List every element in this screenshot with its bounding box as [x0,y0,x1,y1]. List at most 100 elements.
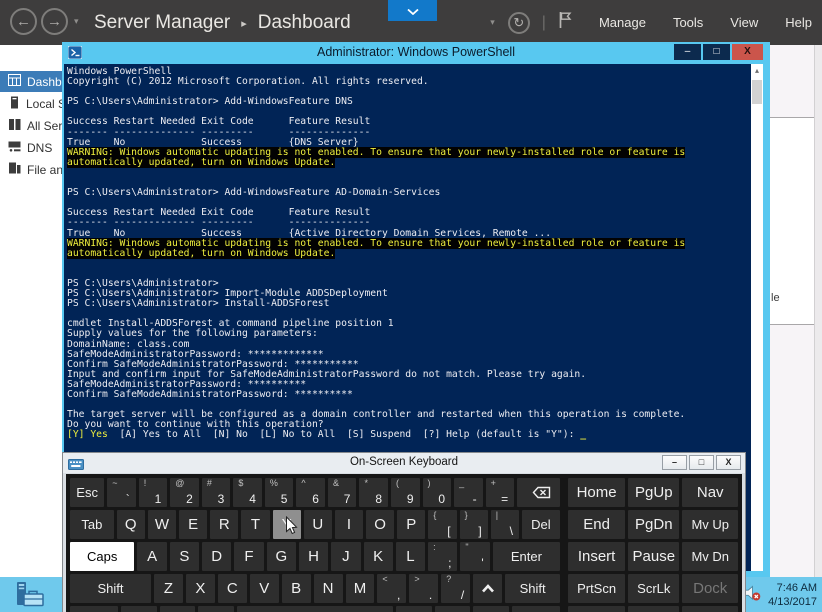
key-home[interactable]: Home [568,478,625,507]
key-k[interactable]: K [364,542,393,571]
menu-manage[interactable]: Manage [599,15,646,30]
key-e[interactable]: E [179,510,207,539]
key-i[interactable]: I [335,510,363,539]
keyboard-maximize-button[interactable]: □ [689,455,714,470]
manage-dropdown-caret-icon[interactable]: ▾ [490,17,495,28]
key-scrlk[interactable]: ScrLk [628,574,679,603]
scrollbar-thumb[interactable] [752,80,762,104]
key-7[interactable]: &7 [328,478,357,507]
forward-button[interactable]: → [41,8,68,35]
key-z[interactable]: Z [154,574,183,603]
key-insert[interactable]: Insert [568,542,625,571]
notifications-chevron-button[interactable] [388,0,437,21]
menu-tools[interactable]: Tools [673,15,703,30]
page-scrollbar[interactable] [814,45,822,577]
key-caps[interactable]: Caps [70,542,134,571]
sidebar-item-file-storage[interactable]: File an [0,159,70,180]
key-0[interactable]: )0 [423,478,452,507]
key-1[interactable]: !1 [139,478,168,507]
key-bottom-row[interactable] [237,606,392,612]
key-b[interactable]: B [282,574,311,603]
powershell-close-button[interactable]: X [732,44,763,60]
key-dock[interactable]: Dock [682,574,738,603]
key-m[interactable]: M [346,574,375,603]
server-manager-taskbar-icon[interactable] [14,581,46,612]
back-button[interactable]: ← [10,8,37,35]
key--[interactable]: "' [460,542,489,571]
notifications-flag-icon[interactable] [558,11,572,34]
sidebar-item-all-servers[interactable]: All Ser [0,115,70,136]
key-shift[interactable]: Shift [70,574,151,603]
key--[interactable]: ?/ [441,574,470,603]
key--[interactable]: _- [454,478,483,507]
key-bottom-row[interactable] [396,606,432,612]
key-h[interactable]: H [299,542,328,571]
key-5[interactable]: %5 [265,478,294,507]
key-g[interactable]: G [267,542,296,571]
key--[interactable]: <, [377,574,406,603]
key-u[interactable]: U [304,510,332,539]
key--[interactable]: |\ [491,510,519,539]
key-up-arrow[interactable] [473,574,502,603]
key-t[interactable]: T [241,510,269,539]
sidebar-item-local-server[interactable]: Local S [0,93,70,114]
sidebar-item-dns[interactable]: DNS [0,137,70,158]
taskbar-clock[interactable]: 7:46 AM 4/13/2017 [768,581,817,609]
key-v[interactable]: V [250,574,279,603]
key-y[interactable]: Y [273,510,301,539]
key-nav[interactable]: Nav [682,478,738,507]
key-o[interactable]: O [366,510,394,539]
scroll-up-icon[interactable]: ▴ [751,64,763,78]
key-esc[interactable]: Esc [70,478,104,507]
key-8[interactable]: *8 [359,478,388,507]
refresh-icon[interactable]: ↻ [508,12,530,34]
menu-view[interactable]: View [730,15,758,30]
powershell-scrollbar[interactable]: ▴ [751,64,763,571]
key-del[interactable]: Del [522,510,560,539]
volume-muted-icon[interactable] [744,585,761,606]
key-x[interactable]: X [186,574,215,603]
nav-dropdown-caret-icon[interactable]: ▾ [74,16,79,27]
key-bottom-row[interactable] [628,606,679,612]
key-bottom-row[interactable] [473,606,509,612]
key-bottom-row[interactable] [568,606,625,612]
key-bottom-row[interactable] [512,606,560,612]
key--[interactable]: }] [460,510,488,539]
powershell-titlebar[interactable]: Administrator: Windows PowerShell – □ X [62,42,770,64]
key-prtscn[interactable]: PrtScn [568,574,625,603]
key-backspace[interactable] [517,478,560,507]
key-pgup[interactable]: PgUp [628,478,679,507]
key-c[interactable]: C [218,574,247,603]
key-mv-up[interactable]: Mv Up [682,510,738,539]
key-p[interactable]: P [397,510,425,539]
key-enter[interactable]: Enter [493,542,560,571]
key-bottom-row[interactable] [198,606,234,612]
key-d[interactable]: D [202,542,231,571]
key-q[interactable]: Q [117,510,145,539]
key-tab[interactable]: Tab [70,510,114,539]
key-4[interactable]: $4 [233,478,262,507]
sidebar-item-dashboard[interactable]: Dashb [0,71,70,92]
key-mv-dn[interactable]: Mv Dn [682,542,738,571]
powershell-maximize-button[interactable]: □ [703,44,730,60]
key-j[interactable]: J [331,542,360,571]
key--[interactable]: += [486,478,515,507]
key-bottom-row[interactable] [435,606,471,612]
key-bottom-row[interactable] [160,606,196,612]
menu-help[interactable]: Help [785,15,812,30]
key-2[interactable]: @2 [170,478,199,507]
keyboard-titlebar[interactable]: On-Screen Keyboard – □ X [63,453,745,473]
key-pause[interactable]: Pause [628,542,679,571]
key-pgdn[interactable]: PgDn [628,510,679,539]
key-6[interactable]: ^6 [296,478,325,507]
key-r[interactable]: R [210,510,238,539]
key-3[interactable]: #3 [202,478,231,507]
key-a[interactable]: A [137,542,166,571]
key-shift[interactable]: Shift [505,574,560,603]
powershell-minimize-button[interactable]: – [674,44,701,60]
key-bottom-row[interactable] [682,606,738,612]
key--[interactable]: {[ [428,510,456,539]
keyboard-close-button[interactable]: X [716,455,741,470]
key-9[interactable]: (9 [391,478,420,507]
keyboard-minimize-button[interactable]: – [662,455,687,470]
